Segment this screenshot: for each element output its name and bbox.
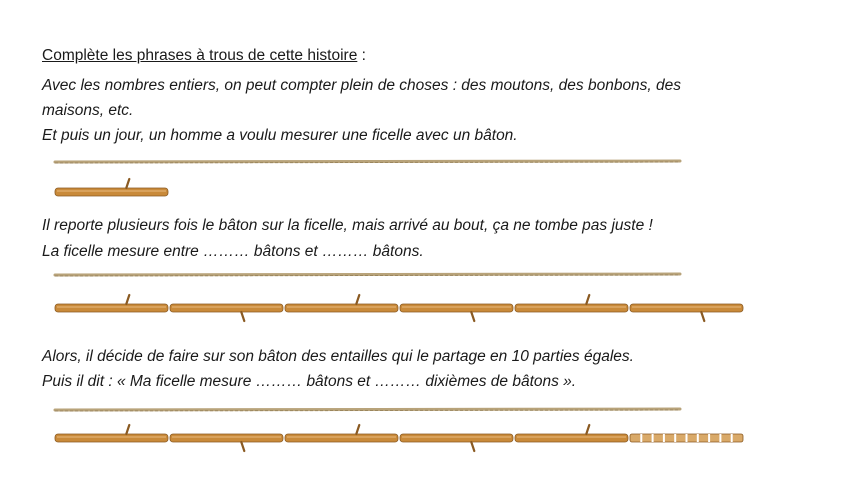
- figure-string-and-one-stick: [53, 159, 682, 197]
- stick-body: [284, 303, 399, 313]
- stick-body: [284, 433, 399, 443]
- stick-twig: [355, 423, 361, 436]
- stick: [514, 293, 629, 313]
- stick: [54, 177, 169, 197]
- stick-twig: [700, 310, 706, 323]
- stick-body: [399, 303, 514, 313]
- measurement-illustrations: [53, 159, 744, 453]
- stick-twig: [585, 293, 591, 306]
- stick-twig: [355, 293, 361, 306]
- stick: [629, 303, 744, 323]
- stick: [399, 433, 514, 453]
- graduated-stick: [629, 433, 744, 443]
- worksheet-page: Complète les phrases à trous de cette hi…: [0, 0, 864, 487]
- stick-body: [399, 433, 514, 443]
- figure-string-and-graduated-stick: [53, 407, 744, 453]
- stick-twig: [125, 423, 131, 436]
- stick: [284, 423, 399, 443]
- stick-twig: [470, 310, 476, 323]
- stick: [54, 293, 169, 313]
- figure-string-and-six-sticks: [53, 272, 744, 323]
- stick-row: [54, 177, 169, 197]
- string-illustration: [53, 159, 682, 164]
- stick-twig: [240, 310, 246, 323]
- stick: [169, 303, 284, 323]
- stick: [169, 433, 284, 453]
- stick: [284, 293, 399, 313]
- stick-twig: [125, 177, 131, 190]
- stick: [514, 423, 629, 443]
- stick-body: [54, 303, 169, 313]
- stick-twig: [240, 440, 246, 453]
- stick-body: [629, 303, 744, 313]
- stick-body: [514, 433, 629, 443]
- stick-row: [54, 423, 744, 453]
- stick-body: [169, 433, 284, 443]
- string-illustration: [53, 407, 682, 412]
- stick-twig: [585, 423, 591, 436]
- stick-body: [514, 303, 629, 313]
- stick: [399, 303, 514, 323]
- stick: [54, 423, 169, 443]
- stick-twig: [125, 293, 131, 306]
- stick-body: [54, 187, 169, 197]
- string-illustration: [53, 272, 682, 277]
- stick-row: [54, 293, 744, 323]
- stick-body: [169, 303, 284, 313]
- stick-body: [54, 433, 169, 443]
- stick-twig: [470, 440, 476, 453]
